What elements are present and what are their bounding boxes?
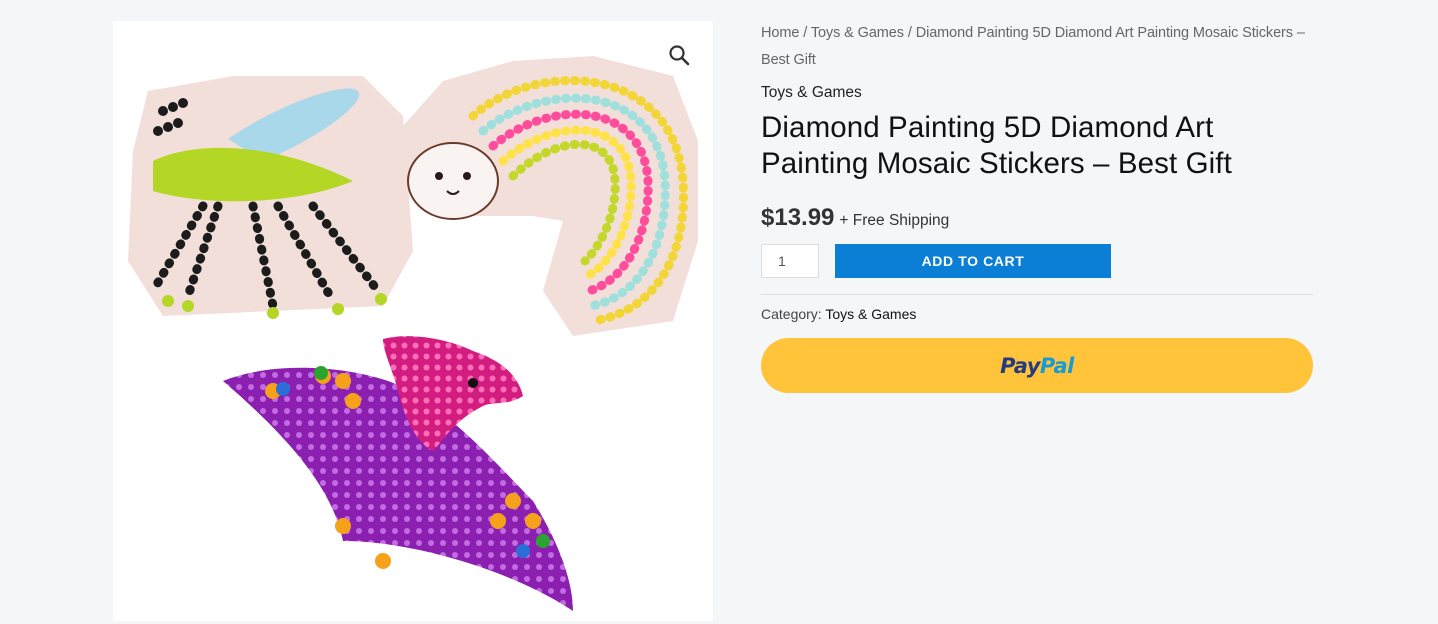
breadcrumb-category-link[interactable]: Toys & Games: [811, 25, 904, 41]
add-to-cart-button[interactable]: ADD TO CART: [835, 244, 1111, 278]
product-meta: Category: Toys & Games: [761, 306, 1313, 322]
breadcrumb: Home / Toys & Games / Diamond Painting 5…: [761, 20, 1313, 74]
product-gallery: [113, 21, 713, 621]
product-price: $13.99: [761, 204, 835, 231]
paypal-logo-pal: Pal: [1039, 353, 1074, 378]
pterodactyl-sticker: [223, 336, 573, 611]
shipping-note: + Free Shipping: [839, 212, 950, 229]
divider: [761, 294, 1313, 295]
category-meta-label: Category:: [761, 306, 822, 322]
product-title: Diamond Painting 5D Diamond Art Painting…: [761, 111, 1232, 180]
magnifier-icon[interactable]: [667, 43, 691, 67]
price-row: $13.99 + Free Shipping: [761, 204, 1313, 232]
dragonfly-sticker: [128, 76, 413, 319]
quantity-input[interactable]: [761, 244, 819, 278]
category-meta-link[interactable]: Toys & Games: [825, 306, 916, 322]
add-to-cart-form: ADD TO CART: [761, 244, 1313, 278]
cat-sticker: [403, 56, 698, 336]
paypal-logo-pay: Pay: [1000, 353, 1040, 378]
paypal-button[interactable]: PayPal: [761, 338, 1313, 393]
product-summary: Home / Toys & Games / Diamond Painting 5…: [761, 20, 1313, 393]
product-image[interactable]: [113, 21, 713, 621]
paypal-logo: PayPal: [1000, 354, 1074, 378]
product-category-label: Toys & Games: [761, 84, 862, 101]
breadcrumb-home-link[interactable]: Home: [761, 25, 799, 41]
breadcrumb-separator: /: [799, 25, 811, 41]
breadcrumb-separator: /: [903, 25, 916, 41]
